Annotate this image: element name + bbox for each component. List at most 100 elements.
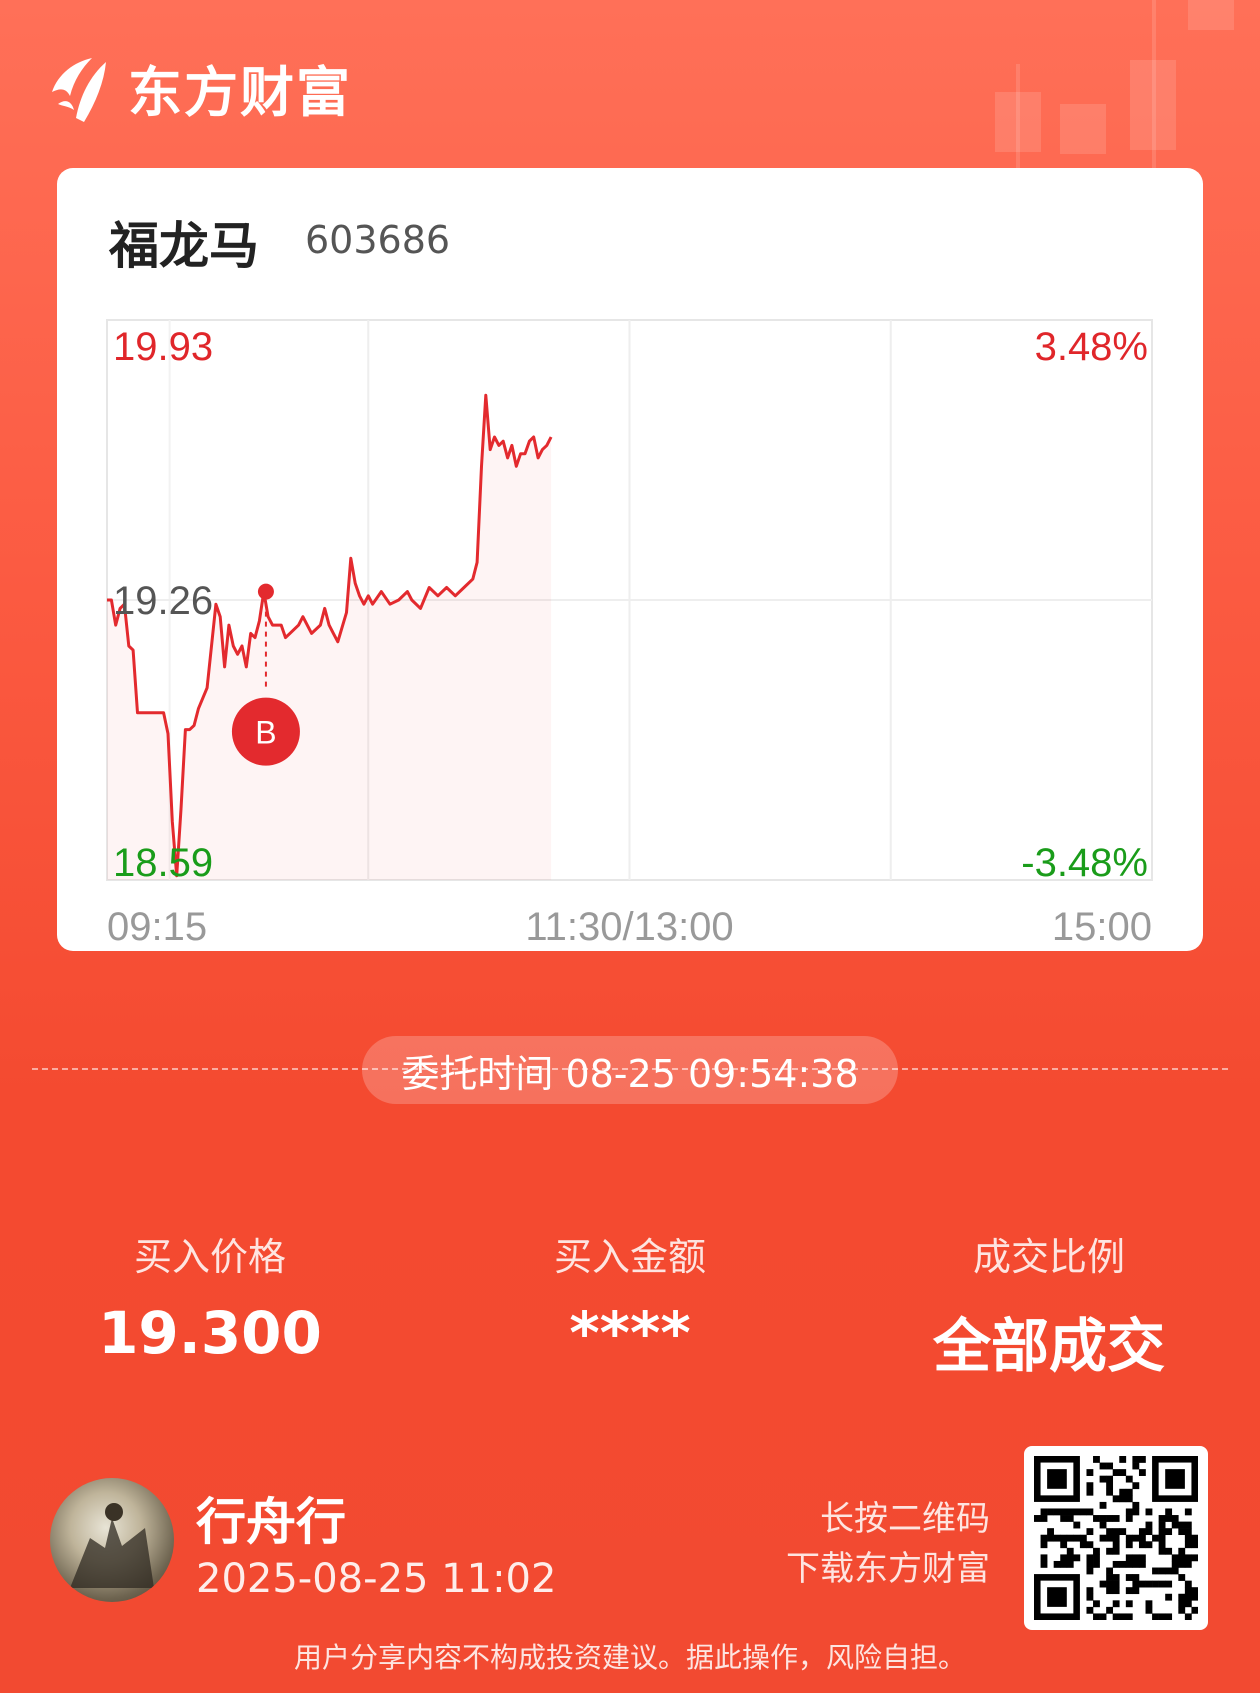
qr-module [1060, 1508, 1068, 1516]
qr-module [1132, 1462, 1140, 1470]
qr-module [1086, 1508, 1094, 1516]
qr-module [1184, 1580, 1192, 1588]
qr-module [1073, 1534, 1081, 1542]
qr-module [1125, 1613, 1133, 1621]
qr-module [1060, 1560, 1068, 1568]
stat-value: **** [569, 1299, 691, 1367]
stat-buy-amount: 买入金额 **** [465, 1226, 795, 1367]
qr-module [1145, 1528, 1153, 1536]
qr-module [1178, 1554, 1186, 1562]
qr-module [1099, 1515, 1107, 1522]
qr-module [1112, 1528, 1120, 1536]
qr-module [1178, 1528, 1186, 1536]
qr-module [1191, 1593, 1199, 1601]
qr-module [1086, 1488, 1094, 1496]
qr-module [1040, 1554, 1048, 1562]
qr-module [1184, 1534, 1192, 1542]
qr-module [1066, 1508, 1074, 1516]
qr-module [1106, 1574, 1114, 1581]
qr-module [1165, 1613, 1173, 1621]
qr-module [1106, 1534, 1114, 1542]
qr-module [1125, 1541, 1133, 1549]
qr-module [1132, 1501, 1140, 1509]
qr-module [1112, 1541, 1120, 1549]
qr-module [1152, 1534, 1159, 1542]
qr-module [1165, 1508, 1173, 1516]
qr-module [1178, 1547, 1186, 1555]
download-qr-code[interactable] [1024, 1446, 1208, 1630]
qr-module [1053, 1534, 1061, 1542]
qr-module [1119, 1528, 1127, 1536]
qr-module [1158, 1580, 1166, 1588]
qr-module [1119, 1495, 1127, 1503]
qr-module [1158, 1613, 1166, 1621]
qr-module [1112, 1580, 1120, 1588]
pct-label-bottom: -3.48% [1021, 841, 1148, 885]
qr-module [1066, 1547, 1074, 1555]
qr-module [1184, 1613, 1192, 1621]
qr-module [1112, 1560, 1120, 1568]
qr-module [1106, 1482, 1114, 1490]
qr-module [1040, 1560, 1048, 1568]
share-time: 2025-08-25 11:02 [196, 1556, 557, 1602]
qr-module [1066, 1515, 1074, 1522]
qr-module [1106, 1567, 1114, 1575]
qr-module [1086, 1469, 1094, 1476]
qr-module [1184, 1593, 1192, 1601]
qr-module [1112, 1515, 1120, 1522]
qr-module [1112, 1469, 1120, 1476]
qr-module [1112, 1600, 1120, 1608]
qr-module [1106, 1606, 1114, 1614]
qr-module [1165, 1580, 1173, 1588]
qr-module [1152, 1613, 1159, 1621]
qr-module [1093, 1560, 1100, 1568]
qr-module [1171, 1567, 1179, 1575]
qr-module [1171, 1560, 1179, 1568]
qr-module [1093, 1456, 1100, 1463]
qr-module [1073, 1508, 1081, 1516]
qr-module [1145, 1606, 1153, 1614]
qr-hint-line2: 下载东方财富 [786, 1549, 990, 1589]
user-name: 行舟行 [196, 1493, 346, 1551]
qr-module [1132, 1574, 1140, 1581]
qr-module [1158, 1515, 1166, 1522]
avatar[interactable] [50, 1478, 174, 1602]
qr-module [1178, 1560, 1186, 1568]
price-label-mid: 19.26 [113, 579, 213, 623]
qr-module [1093, 1600, 1100, 1608]
decor-candle [995, 92, 1041, 152]
qr-module [1158, 1534, 1166, 1542]
order-time-pill: 委托时间 08-25 09:54:38 [362, 1036, 898, 1104]
avatar-image [70, 1503, 154, 1588]
qr-module [1106, 1515, 1114, 1522]
qr-module [1119, 1469, 1127, 1476]
qr-module [1138, 1469, 1146, 1476]
qr-module [1132, 1482, 1140, 1490]
qr-module [1112, 1495, 1120, 1503]
stock-card: 福龙马 603686 B 19.93 19.26 18.59 3.48% -3.48% 09… [57, 168, 1203, 951]
qr-module [1099, 1534, 1107, 1542]
qr-module [1086, 1560, 1094, 1568]
qr-module [1125, 1560, 1133, 1568]
qr-module [1138, 1554, 1146, 1562]
decor-candle [1188, 0, 1234, 30]
qr-module [1066, 1554, 1074, 1562]
qr-module [1138, 1534, 1146, 1542]
qr-module [1165, 1528, 1173, 1536]
qr-module [1086, 1567, 1094, 1575]
qr-module [1152, 1567, 1159, 1575]
qr-module [1093, 1515, 1100, 1522]
qr-module [1138, 1580, 1146, 1588]
qr-module [1165, 1567, 1173, 1575]
qr-module [1093, 1554, 1100, 1562]
brand-name: 东方财富 [128, 61, 352, 124]
qr-module [1119, 1613, 1127, 1621]
qr-module [1158, 1567, 1166, 1575]
qr-module [1132, 1508, 1140, 1516]
qr-module [1106, 1580, 1114, 1588]
price-label-bottom: 18.59 [113, 841, 213, 885]
qr-module [1034, 1515, 1041, 1522]
qr-module [1099, 1475, 1107, 1483]
qr-module [1125, 1515, 1133, 1522]
qr-module [1171, 1515, 1179, 1522]
